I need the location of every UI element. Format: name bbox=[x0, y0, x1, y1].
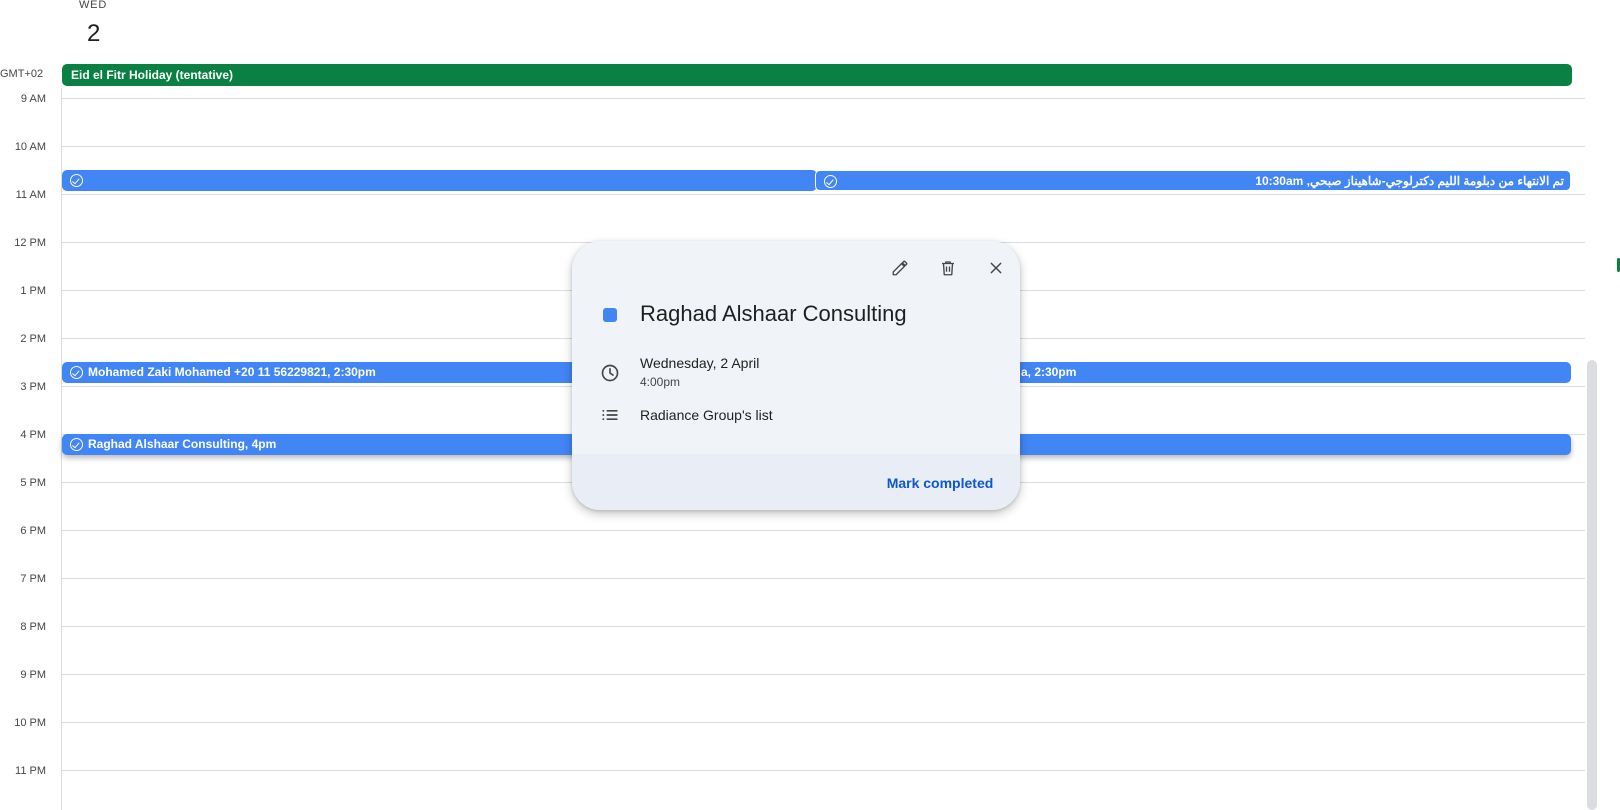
task-check-icon bbox=[70, 438, 83, 451]
delete-icon bbox=[942, 261, 954, 276]
hour-label: 10 AM bbox=[14, 141, 46, 153]
task-date: Wednesday, 2 April bbox=[640, 355, 760, 371]
edit-button[interactable] bbox=[884, 252, 916, 284]
day-number[interactable]: 2 bbox=[87, 20, 100, 48]
hour-label: 5 PM bbox=[20, 477, 46, 489]
task-time: 4:00pm bbox=[640, 375, 681, 389]
hour-label: 10 PM bbox=[14, 717, 46, 729]
task-event[interactable]: Mohamed Zaki Mohamed +20 11 56229821, 2:… bbox=[62, 362, 577, 383]
hour-label: 1 PM bbox=[20, 285, 46, 297]
task-event[interactable]: a, 2:30pm bbox=[1015, 362, 1571, 383]
hour-gridline bbox=[62, 146, 1585, 147]
close-icon bbox=[990, 262, 1002, 274]
close-button[interactable] bbox=[980, 252, 1012, 284]
hour-label: 7 PM bbox=[20, 573, 46, 585]
task-title: Raghad Alshaar Consulting bbox=[640, 301, 907, 326]
hour-label: 12 PM bbox=[14, 237, 46, 249]
hour-gridline bbox=[62, 578, 1585, 579]
list-icon bbox=[602, 410, 618, 420]
edit-icon bbox=[892, 260, 908, 276]
event-label: a, 2:30pm bbox=[1021, 365, 1077, 379]
hour-label: 9 PM bbox=[20, 669, 46, 681]
task-check-icon bbox=[824, 175, 837, 188]
task-check-icon bbox=[70, 366, 83, 379]
hour-label: 11 AM bbox=[15, 189, 46, 201]
hour-gridline bbox=[62, 626, 1585, 627]
hour-label: 8 PM bbox=[20, 621, 46, 633]
hour-gridline bbox=[62, 722, 1585, 723]
hour-gridline bbox=[62, 530, 1585, 531]
event-label: Raghad Alshaar Consulting, 4pm bbox=[88, 437, 277, 451]
hour-label: 3 PM bbox=[20, 381, 46, 393]
hour-label: 2 PM bbox=[20, 333, 46, 345]
timezone-label: GMT+02 bbox=[0, 68, 44, 80]
task-event[interactable] bbox=[62, 170, 817, 191]
day-name: WED bbox=[79, 0, 108, 11]
hour-gridline bbox=[62, 98, 1585, 99]
hour-label: 9 AM bbox=[20, 93, 46, 105]
task-list-name: Radiance Group's list bbox=[640, 407, 773, 423]
hour-label: 4 PM bbox=[20, 429, 46, 441]
event-label: Mohamed Zaki Mohamed +20 11 56229821, 2:… bbox=[88, 365, 376, 379]
event-label: تم الانتهاء من دبلومة الليم دكترلوجي-شاه… bbox=[1255, 174, 1564, 188]
scrollbar[interactable] bbox=[1587, 360, 1597, 810]
hour-gridline bbox=[62, 674, 1585, 675]
allday-event[interactable]: Eid el Fitr Holiday (tentative) bbox=[62, 64, 1572, 86]
hour-gridline bbox=[62, 194, 1585, 195]
hour-gridline bbox=[62, 770, 1585, 771]
mark-completed-button[interactable]: Mark completed bbox=[878, 467, 1002, 499]
task-check-icon bbox=[70, 174, 83, 187]
hour-label: 11 PM bbox=[15, 765, 46, 777]
task-color-swatch bbox=[603, 308, 617, 322]
day-header: WED 2 bbox=[62, 0, 122, 58]
delete-button[interactable] bbox=[932, 252, 964, 284]
hour-label: 6 PM bbox=[20, 525, 46, 537]
task-event[interactable]: تم الانتهاء من دبلومة الليم دكترلوجي-شاه… bbox=[815, 170, 1571, 191]
clock-icon bbox=[601, 364, 619, 382]
task-detail-popup: Raghad Alshaar Consulting Wednesday, 2 A… bbox=[572, 241, 1020, 510]
